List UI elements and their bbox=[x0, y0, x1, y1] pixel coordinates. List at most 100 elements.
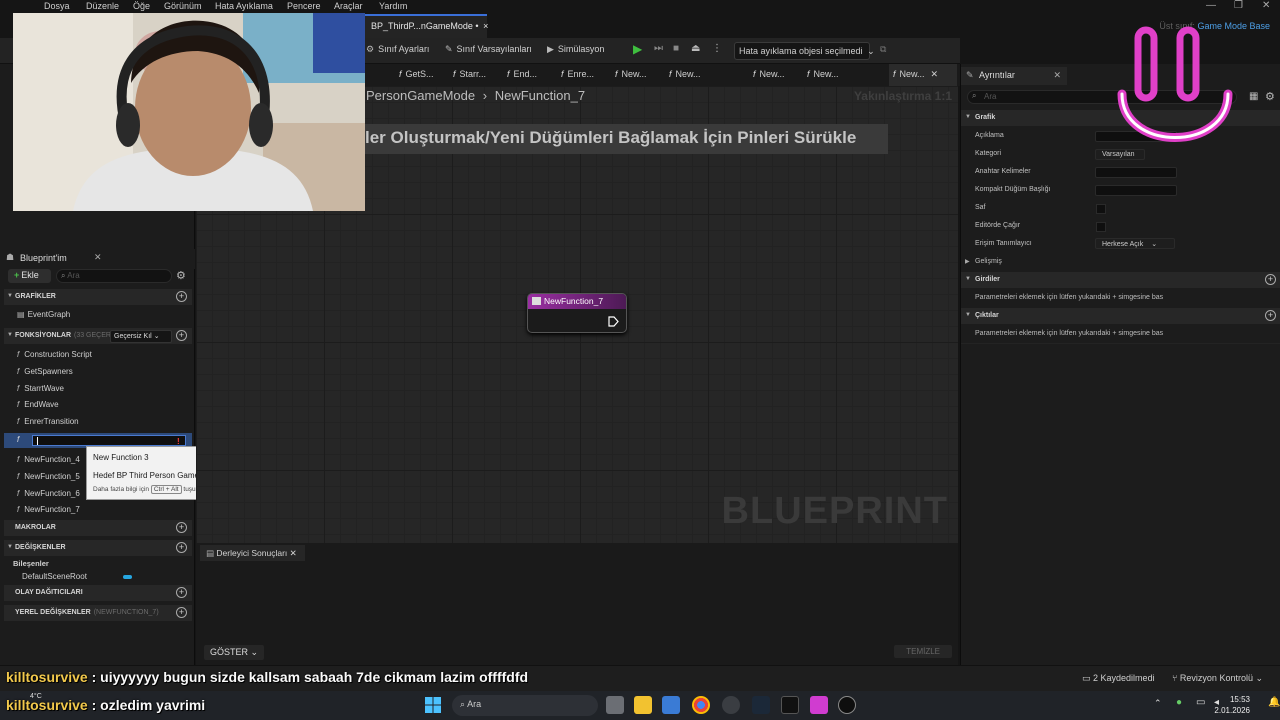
menu-dosya[interactable]: Dosya bbox=[44, 1, 70, 11]
graph-tab-getspawners[interactable]: f GetS... bbox=[395, 64, 438, 86]
add-local-variable-icon[interactable]: + bbox=[176, 607, 187, 618]
app-icon[interactable] bbox=[810, 696, 828, 714]
grid-view-icon[interactable]: ▦ bbox=[1249, 91, 1258, 102]
list-item-starrtwave[interactable]: f StarrtWave bbox=[17, 384, 64, 393]
network-icon[interactable]: ▭ bbox=[1196, 697, 1205, 708]
section-macros[interactable]: MAKROLAR + bbox=[4, 520, 192, 536]
add-dispatcher-icon[interactable]: + bbox=[176, 587, 187, 598]
menu-araclar[interactable]: Araçlar bbox=[334, 1, 363, 11]
menu-hata-ayiklama[interactable]: Hata Ayıklama bbox=[215, 1, 273, 11]
clear-button[interactable]: TEMİZLE bbox=[894, 645, 952, 658]
section-local-variables[interactable]: YEREL DEĞİŞKENLER (NEWFUNCTION_7) + bbox=[4, 605, 192, 621]
maximize-icon[interactable]: ❐ bbox=[1234, 0, 1243, 11]
access-dropdown[interactable]: Herkese Açık ⌄ bbox=[1095, 238, 1175, 249]
tab-bp-thirdperson-gamemode[interactable]: BP_ThirdP...nGameMode • × bbox=[365, 14, 488, 38]
list-item-enrertransition[interactable]: f EnrerTransition bbox=[17, 417, 79, 426]
unsaved-button[interactable]: ▭ 2 Kaydedilmedi bbox=[1082, 673, 1155, 684]
doc-tab-close-icon[interactable]: × bbox=[483, 21, 488, 31]
section-graphs[interactable]: ▼ GRAFİKLER + bbox=[4, 289, 192, 305]
notification-icon[interactable]: 🔔 bbox=[1268, 697, 1280, 708]
add-output-icon[interactable]: + bbox=[1265, 310, 1276, 321]
list-item-newfunction-4[interactable]: f NewFunction_4 bbox=[17, 455, 80, 464]
list-item-construction-script[interactable]: f Construction Script bbox=[17, 350, 92, 359]
call-in-editor-checkbox[interactable] bbox=[1096, 222, 1106, 232]
class-settings-button[interactable]: ⚙ Sınıf Ayarları bbox=[366, 44, 429, 55]
blueprint-search-input[interactable]: ⌕ Ara bbox=[56, 269, 172, 283]
function-entry-node[interactable]: NewFunction_7 bbox=[527, 293, 627, 333]
show-dropdown[interactable]: GÖSTER ⌄ bbox=[204, 645, 265, 660]
minimize-icon[interactable]: — bbox=[1206, 0, 1216, 11]
section-event-dispatchers[interactable]: OLAY DAĞITICILARI + bbox=[4, 585, 192, 601]
components-group[interactable]: Bileşenler bbox=[13, 559, 49, 568]
play-icon[interactable]: ▶ bbox=[633, 42, 642, 56]
list-item-defaultsceneroot[interactable]: DefaultSceneRoot bbox=[22, 572, 87, 581]
chrome-icon[interactable] bbox=[692, 696, 710, 714]
graph-tab-newfunction-7[interactable]: f New... ✕ bbox=[889, 64, 957, 86]
clock[interactable]: 15:53 2.01.2026 bbox=[1214, 694, 1250, 716]
mic-icon[interactable]: ● bbox=[1176, 697, 1182, 708]
tray-chevron-icon[interactable]: ⌃ bbox=[1154, 698, 1162, 709]
close-icon[interactable]: ✕ bbox=[94, 252, 102, 263]
github-icon[interactable] bbox=[722, 696, 740, 714]
taskbar-search-input[interactable]: ⌕ Ara bbox=[452, 695, 598, 716]
exec-pin-icon[interactable] bbox=[608, 316, 619, 327]
compiler-results-tab[interactable]: ▤ Derleyici Sonuçları ✕ bbox=[200, 545, 305, 561]
section-advanced[interactable]: ▶ Gelişmiş bbox=[961, 254, 1280, 270]
details-tab[interactable]: ✎ Ayrıntılar ✕ bbox=[961, 67, 1067, 85]
compact-title-field[interactable] bbox=[1095, 185, 1177, 196]
add-function-icon[interactable]: + bbox=[176, 330, 187, 341]
file-explorer-icon[interactable] bbox=[634, 696, 652, 714]
graph-tab-newfunction[interactable]: f New... bbox=[749, 64, 789, 86]
pure-checkbox[interactable] bbox=[1096, 204, 1106, 214]
close-icon[interactable]: ✕ bbox=[1053, 70, 1061, 81]
section-inputs[interactable]: ▼ Girdiler + bbox=[961, 272, 1280, 288]
graph-tab-newfunction[interactable]: f New... bbox=[611, 64, 651, 86]
list-item-endwave[interactable]: f EndWave bbox=[17, 400, 59, 409]
section-outputs[interactable]: ▼ Çıktılar + bbox=[961, 308, 1280, 324]
unreal-engine-icon[interactable] bbox=[838, 696, 856, 714]
more-options-icon[interactable]: ⋮ bbox=[712, 43, 722, 54]
add-macro-icon[interactable]: + bbox=[176, 522, 187, 533]
add-variable-icon[interactable]: + bbox=[176, 542, 187, 553]
steam-icon[interactable] bbox=[752, 696, 770, 714]
override-dropdown[interactable]: Geçersiz Kıl ⌄ bbox=[110, 330, 172, 343]
stop-icon[interactable]: ■ bbox=[673, 43, 679, 54]
debug-object-select[interactable]: Hata ayıklama objesi seçilmedi ⌄ bbox=[734, 42, 875, 60]
list-item-getspawners[interactable]: f GetSpawners bbox=[17, 367, 73, 376]
graph-tab-newfunction[interactable]: f New... bbox=[803, 64, 843, 86]
list-item-newfunction-5[interactable]: f NewFunction_5 bbox=[17, 472, 80, 481]
menu-yardim[interactable]: Yardım bbox=[379, 1, 407, 11]
epic-games-icon[interactable] bbox=[781, 696, 799, 714]
rename-function-input[interactable]: ! bbox=[32, 435, 186, 446]
close-icon[interactable]: ✕ bbox=[290, 548, 297, 558]
add-input-icon[interactable]: + bbox=[1265, 274, 1276, 285]
step-icon[interactable]: ⏭ bbox=[654, 43, 663, 54]
graph-tab-enrertransition[interactable]: f Enre... bbox=[557, 64, 598, 86]
menu-duzenle[interactable]: Düzenle bbox=[86, 1, 119, 11]
graph-tab-starrtwave[interactable]: f Starr... bbox=[449, 64, 490, 86]
close-icon[interactable]: ✕ bbox=[1262, 0, 1270, 11]
store-icon[interactable] bbox=[662, 696, 680, 714]
menu-pencere[interactable]: Pencere bbox=[287, 1, 321, 11]
revision-control-button[interactable]: ⑂ Revizyon Kontrolü ⌄ bbox=[1172, 673, 1263, 684]
windows-start-icon[interactable] bbox=[425, 697, 441, 713]
list-item-eventgraph[interactable]: ▤ EventGraph bbox=[17, 310, 70, 319]
menu-gorunum[interactable]: Görünüm bbox=[164, 1, 202, 11]
section-variables[interactable]: ▼ DEĞİŞKENLER + bbox=[4, 540, 192, 556]
close-icon[interactable]: ✕ bbox=[931, 69, 939, 79]
simulation-button[interactable]: ▶ Simülasyon bbox=[547, 44, 604, 55]
class-defaults-button[interactable]: ✎ Sınıf Varsayılanları bbox=[445, 44, 532, 55]
graph-tab-endwave[interactable]: f End... bbox=[503, 64, 541, 86]
eject-icon[interactable]: ⏏ bbox=[691, 43, 700, 54]
my-blueprint-tab[interactable]: ☗ Blueprint'im ✕ bbox=[0, 249, 195, 269]
browse-icon[interactable]: ⧉ bbox=[880, 44, 886, 55]
breadcrumb-parent[interactable]: PersonGameMode bbox=[366, 88, 475, 103]
settings-gear-icon[interactable]: ⚙ bbox=[1265, 90, 1275, 103]
add-graph-icon[interactable]: + bbox=[176, 291, 187, 302]
graph-tab-newfunction[interactable]: f New... bbox=[665, 64, 705, 86]
keywords-field[interactable] bbox=[1095, 167, 1177, 178]
list-item-newfunction-7[interactable]: f NewFunction_7 bbox=[17, 505, 80, 514]
settings-gear-icon[interactable]: ⚙ bbox=[176, 269, 186, 282]
task-view-icon[interactable] bbox=[606, 696, 624, 714]
add-button[interactable]: + Ekle bbox=[8, 269, 51, 283]
